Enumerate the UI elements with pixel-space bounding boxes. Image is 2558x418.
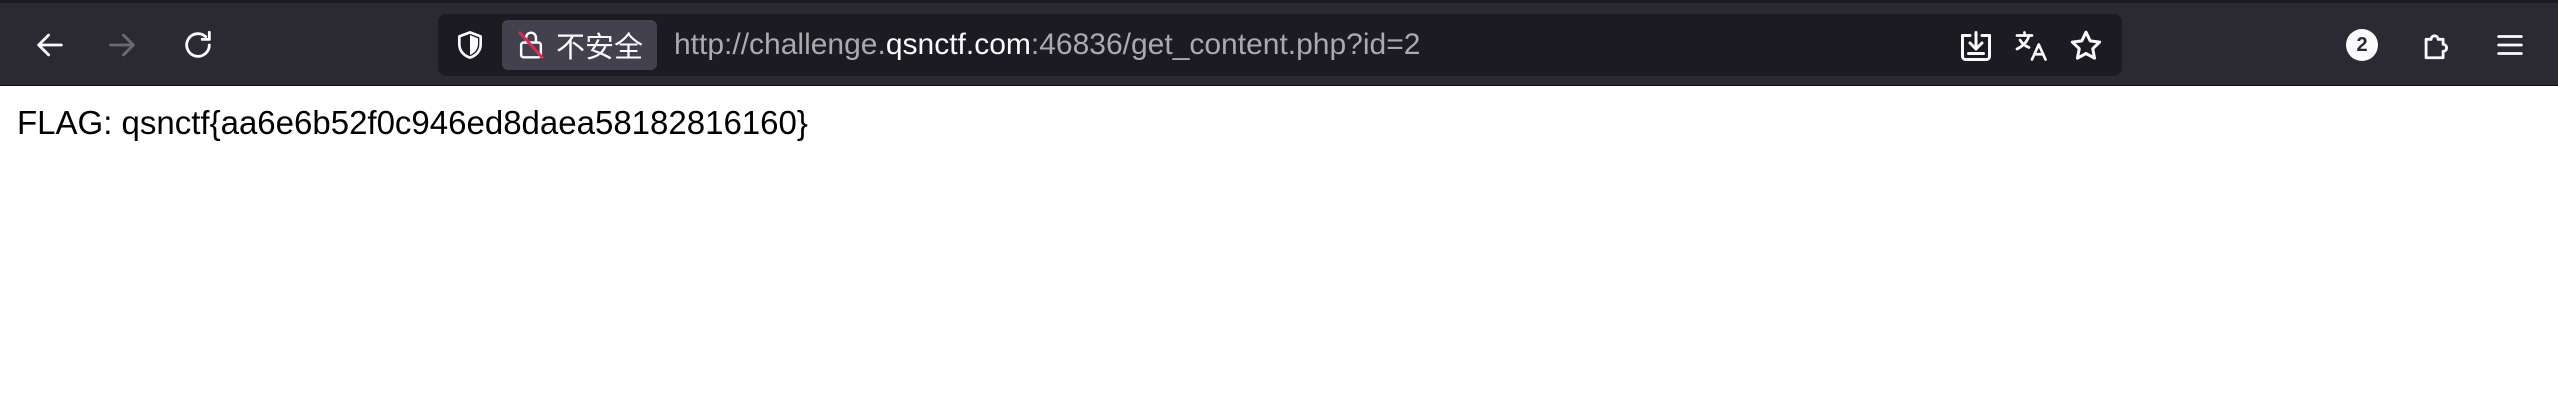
back-button[interactable] <box>26 21 74 69</box>
site-security-button[interactable]: 不安全 <box>502 20 658 70</box>
toolbar-divider <box>0 85 2558 86</box>
url-bar[interactable]: 不安全 http://challenge.qsnctf.com:46836/ge… <box>438 14 2122 76</box>
translate-icon <box>2015 31 2047 61</box>
notifications-button[interactable]: 2 <box>2338 21 2386 69</box>
insecure-lock-icon <box>518 31 544 59</box>
download-icon <box>1961 31 1991 61</box>
bookmark-button[interactable] <box>2066 26 2106 66</box>
url-host: qsnctf.com <box>885 28 1031 61</box>
tracking-protection-button[interactable] <box>452 27 488 63</box>
star-icon <box>2070 30 2102 60</box>
save-page-button[interactable] <box>1956 26 1996 66</box>
tab-strip-edge <box>0 0 2558 3</box>
translate-button[interactable] <box>2012 26 2052 66</box>
shield-icon <box>458 31 482 59</box>
url-text[interactable]: http://challenge.qsnctf.com:46836/get_co… <box>674 14 1420 76</box>
reload-button[interactable] <box>174 21 222 69</box>
url-suffix: :46836/get_content.php?id=2 <box>1030 28 1421 61</box>
back-arrow-icon <box>37 33 63 57</box>
security-label: 不安全 <box>556 32 644 64</box>
app-menu-button[interactable] <box>2486 21 2534 69</box>
forward-button[interactable] <box>98 21 146 69</box>
count-badge: 2 <box>2346 29 2378 61</box>
browser-toolbar: 不安全 http://challenge.qsnctf.com:46836/ge… <box>0 0 2558 86</box>
reload-icon <box>185 30 211 58</box>
page-body-text: FLAG: qsnctf{aa6e6b52f0c946ed8daea581828… <box>17 104 808 141</box>
extensions-button[interactable] <box>2412 21 2460 69</box>
url-prefix: http://challenge. <box>674 28 886 61</box>
puzzle-icon <box>2424 34 2449 60</box>
forward-arrow-icon <box>109 33 135 57</box>
hamburger-menu-icon <box>2497 35 2523 55</box>
